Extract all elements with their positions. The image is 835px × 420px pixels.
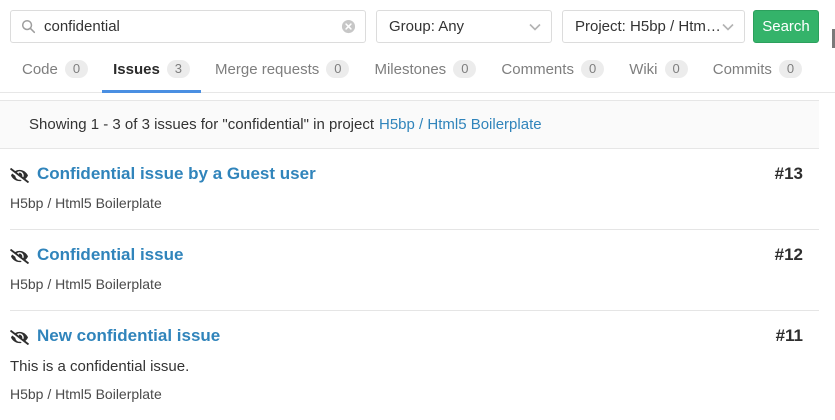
issue-title-link[interactable]: Confidential issue by a Guest user [37, 164, 316, 184]
tab-label: Issues [113, 61, 160, 78]
search-input-wrapper [10, 10, 366, 43]
tab-count-badge: 0 [65, 60, 88, 78]
chevron-down-icon [529, 23, 541, 31]
issue-id: #11 [776, 326, 803, 346]
chevron-down-icon [722, 23, 734, 31]
issue-project-name: H5bp / Html5 Boilerplate [10, 386, 803, 402]
issue-id: #12 [775, 245, 803, 265]
issue-project-name: H5bp / Html5 Boilerplate [10, 276, 803, 292]
project-filter-label: Project: H5bp / Html5 ... [575, 18, 722, 35]
tab-count-badge: 0 [665, 60, 688, 78]
tab-issues[interactable]: Issues 3 [102, 50, 201, 93]
tab-label: Commits [713, 61, 772, 78]
tab-label: Wiki [629, 61, 657, 78]
search-toolbar: Group: Any Project: H5bp / Html5 ... Sea… [0, 0, 835, 43]
tab-comments[interactable]: Comments 0 [490, 50, 615, 93]
issue-result-row: Confidential issue #12 H5bp / Html5 Boil… [10, 229, 819, 310]
issue-description: This is a confidential issue. [10, 358, 803, 375]
issue-results-list: Confidential issue by a Guest user #13 H… [0, 149, 819, 420]
issue-title-link[interactable]: Confidential issue [37, 245, 183, 265]
eye-slash-icon [10, 330, 29, 345]
tab-count-badge: 3 [167, 60, 190, 78]
search-results-page: Group: Any Project: H5bp / Html5 ... Sea… [0, 0, 835, 420]
search-scope-tabs: Code 0 Issues 3 Merge requests 0 Milesto… [0, 50, 835, 93]
eye-slash-icon [10, 249, 29, 264]
tab-code[interactable]: Code 0 [11, 50, 99, 93]
issue-title-link[interactable]: New confidential issue [37, 326, 220, 346]
tab-merge-requests[interactable]: Merge requests 0 [204, 50, 360, 93]
search-button[interactable]: Search [753, 10, 819, 43]
group-filter-dropdown[interactable]: Group: Any [376, 10, 552, 43]
results-summary-text: Showing 1 - 3 of 3 issues for "confident… [29, 116, 374, 133]
tab-wiki[interactable]: Wiki 0 [618, 50, 699, 93]
project-filter-dropdown[interactable]: Project: H5bp / Html5 ... [562, 10, 745, 43]
search-input[interactable] [44, 18, 341, 35]
tab-label: Milestones [374, 61, 446, 78]
clear-circle-icon[interactable] [341, 19, 356, 34]
issue-id: #13 [775, 164, 803, 184]
results-summary-bar: Showing 1 - 3 of 3 issues for "confident… [0, 100, 819, 149]
tab-commits[interactable]: Commits 0 [702, 50, 813, 93]
tab-label: Merge requests [215, 61, 319, 78]
tab-count-badge: 0 [581, 60, 604, 78]
tab-count-badge: 0 [453, 60, 476, 78]
tab-label: Code [22, 61, 58, 78]
summary-project-link[interactable]: H5bp / Html5 Boilerplate [379, 116, 542, 133]
eye-slash-icon [10, 168, 29, 183]
search-icon [21, 19, 36, 34]
tab-label: Comments [501, 61, 574, 78]
tab-count-badge: 0 [326, 60, 349, 78]
issue-result-row: Confidential issue by a Guest user #13 H… [0, 149, 819, 229]
tab-count-badge: 0 [779, 60, 802, 78]
issue-project-name: H5bp / Html5 Boilerplate [10, 195, 803, 211]
tab-milestones[interactable]: Milestones 0 [363, 50, 487, 93]
group-filter-label: Group: Any [389, 18, 464, 35]
